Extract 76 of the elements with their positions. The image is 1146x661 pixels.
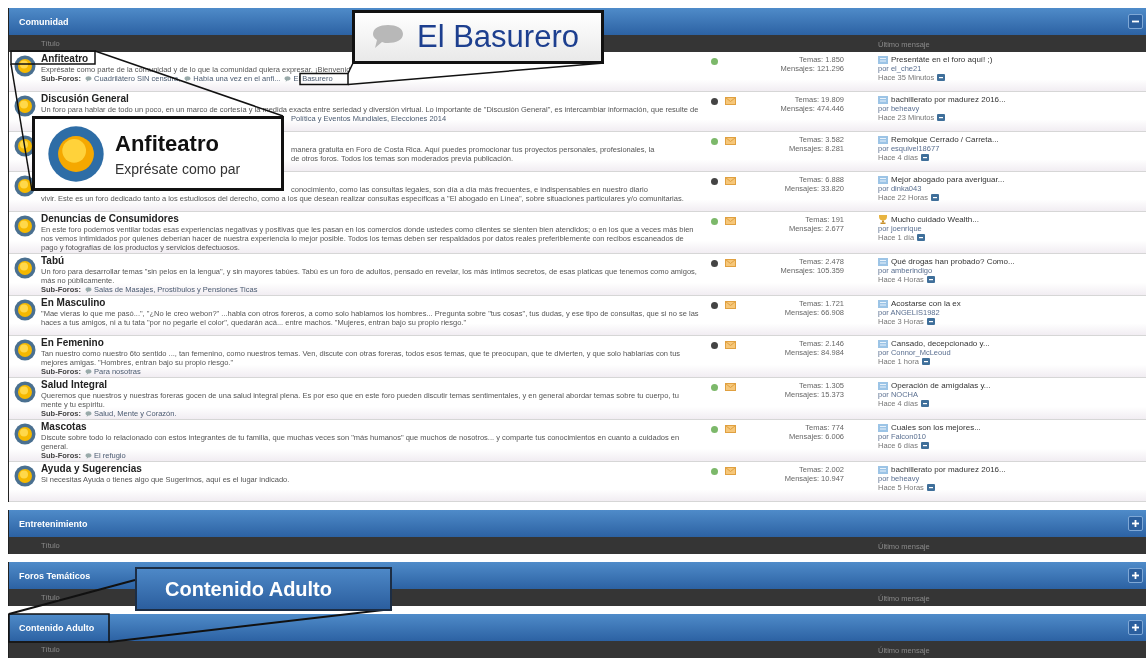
speech-bubble-icon [85,368,92,375]
speech-bubble-icon [85,286,92,293]
last-post-title[interactable]: Cuales son los mejores... [891,423,981,432]
trophy-icon [878,215,888,224]
document-icon [878,175,888,184]
go-to-post-icon[interactable] [921,442,930,449]
document-icon [878,135,888,144]
forum-icon [14,339,36,361]
speech-bubble-icon [371,23,405,51]
speech-bubble-icon [85,410,92,417]
go-to-post-icon[interactable] [917,234,926,241]
forum-icon [14,299,36,321]
collapse-button[interactable] [1128,14,1143,29]
callout-title: Anfiteatro [115,130,220,157]
go-to-post-icon[interactable] [926,484,935,491]
go-to-post-icon[interactable] [926,318,935,325]
go-to-post-icon[interactable] [931,194,940,201]
last-post-title[interactable]: Remolque Cerrado / Carreta... [891,135,999,144]
last-post-title[interactable]: Presentáte en el foro aquí! ;) [891,55,993,64]
last-post-title[interactable]: Mejor abogado para averiguar... [891,175,1005,184]
forum-icon [14,257,36,279]
forum-icon [14,465,36,487]
forum-icon [14,423,36,445]
speech-bubble-icon [184,75,192,82]
plus-icon [1131,571,1140,580]
callout-title: El Basurero [417,19,579,55]
document-icon [878,95,888,104]
forum-title[interactable]: Ayuda y Sugerencias [41,463,142,475]
go-to-post-icon[interactable] [921,358,930,365]
plus-icon [1131,623,1140,632]
speech-bubble-icon [85,452,92,459]
document-icon [878,299,888,308]
forum-title[interactable]: En Femenino [41,337,104,349]
last-post-title[interactable]: bachillerato por madurez 2016... [891,465,1006,474]
forum-title[interactable]: Salud Integral [41,379,108,391]
last-post-title[interactable]: Operación de amígdalas y... [891,381,991,390]
section-title[interactable]: Entretenimiento [19,518,88,529]
forum-icon [47,124,105,183]
last-post-title[interactable]: Qué drogas han probado? Como... [891,257,1015,266]
forum-icon [14,215,36,237]
forum-title[interactable]: Denuncias de Consumidores [41,213,179,225]
document-icon [878,55,888,64]
go-to-post-icon[interactable] [937,74,946,81]
section-title[interactable]: Comunidad [19,16,69,27]
last-post-title[interactable]: bachillerato por madurez 2016... [891,95,1006,104]
document-icon [878,381,888,390]
forum-title[interactable]: Discusión General [41,93,129,105]
last-post-title[interactable]: Cansado, decepcionado y... [891,339,990,348]
callout-subtitle: Exprésate como par [115,160,241,177]
forum-title[interactable]: Tabú [41,255,65,267]
expand-button[interactable] [1128,620,1143,635]
section-title[interactable]: Contenido Adulto [19,622,95,633]
expand-button[interactable] [1128,516,1143,531]
forum-title[interactable]: En Masculino [41,297,106,309]
callout-title: Contenido Adulto [165,577,332,601]
forum-icon [14,95,36,117]
forum-icon [14,55,36,77]
speech-bubble-icon [284,75,292,82]
speech-bubble-icon [85,75,92,82]
section-title[interactable]: Foros Temáticos [19,570,91,581]
document-icon [878,339,888,348]
document-icon [878,257,888,266]
last-post-title[interactable]: Acostarse con la ex [891,299,961,308]
last-post-title[interactable]: Mucho cuidado Wealth... [891,215,979,224]
highlight-frame [299,72,349,86]
go-to-post-icon[interactable] [921,154,930,161]
expand-button[interactable] [1128,568,1143,583]
document-icon [878,465,888,474]
plus-icon [1131,519,1140,528]
go-to-post-icon[interactable] [937,114,946,121]
forum-title[interactable]: Anfiteatro [41,53,89,65]
go-to-post-icon[interactable] [926,276,935,283]
document-icon [878,423,888,432]
forum-icon [14,381,36,403]
go-to-post-icon[interactable] [921,400,930,407]
forum-title[interactable]: Mascotas [41,421,87,433]
